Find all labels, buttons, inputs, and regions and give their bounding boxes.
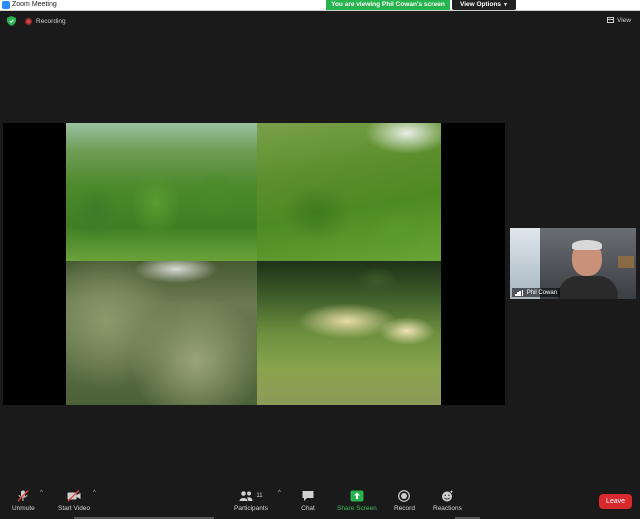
window-titlebar: Zoom Meeting [0,0,640,11]
recording-label: Recording [36,17,66,25]
unmute-button[interactable]: Unmute [12,490,35,512]
shield-icon[interactable] [7,16,16,26]
recording-dot-icon [25,17,32,25]
audio-options-caret[interactable]: ^ [40,490,43,496]
chat-button[interactable]: Chat [301,490,315,512]
zoom-app-icon [2,1,10,9]
chat-label: Chat [301,505,315,512]
share-screen-button[interactable]: Share Screen [337,490,377,512]
unmute-label: Unmute [12,505,35,512]
participant-body [558,276,618,299]
share-screen-label: Share Screen [337,505,377,512]
participants-label: Participants [234,505,268,512]
video-background-picture [618,256,634,268]
record-icon [398,490,411,502]
share-screen-icon [350,490,364,502]
record-label: Record [394,505,415,512]
shared-photo-top-left [66,123,257,261]
participants-options-caret[interactable]: ^ [278,490,281,496]
participants-count: 11 [256,493,263,499]
participant-video-tile[interactable]: Phil Cowan [510,228,636,299]
stopped-video-icon [67,490,81,502]
participant-name-tag: Phil Cowan [512,288,561,297]
window-title: Zoom Meeting [12,1,57,8]
view-grid-icon [607,17,614,23]
reactions-label: Reactions [433,505,462,512]
video-options-caret[interactable]: ^ [93,490,96,496]
chevron-down-icon: ▼ [503,2,508,8]
view-label: View [617,16,631,24]
meeting-toolbar: Unmute ^ Start Video ^ 11 Participants ^… [0,485,640,519]
start-video-button[interactable]: Start Video [58,490,90,512]
viewing-screen-banner: You are viewing Phil Cowan's screen [326,0,450,10]
view-button[interactable]: View [607,15,631,25]
view-options-label: View Options [459,1,502,8]
muted-mic-icon [17,490,29,502]
participant-hair [572,240,602,250]
view-options-button[interactable]: View Options ▼ [452,0,516,10]
signal-icon [515,289,524,296]
shared-photo-top-right [257,123,441,261]
start-video-label: Start Video [58,505,91,512]
leave-button[interactable]: Leave [599,494,632,509]
reactions-button[interactable]: Reactions [433,490,462,512]
shared-photo-bottom-right [257,261,441,405]
recording-indicator[interactable]: Recording [25,16,66,26]
chat-icon [302,491,314,501]
participant-name: Phil Cowan [526,289,558,296]
participants-icon [239,491,253,501]
participants-button[interactable]: 11 Participants [234,490,268,512]
shared-photo-bottom-left [66,261,257,405]
reactions-icon [442,490,454,502]
record-button[interactable]: Record [394,490,415,512]
shared-screen [3,123,505,405]
